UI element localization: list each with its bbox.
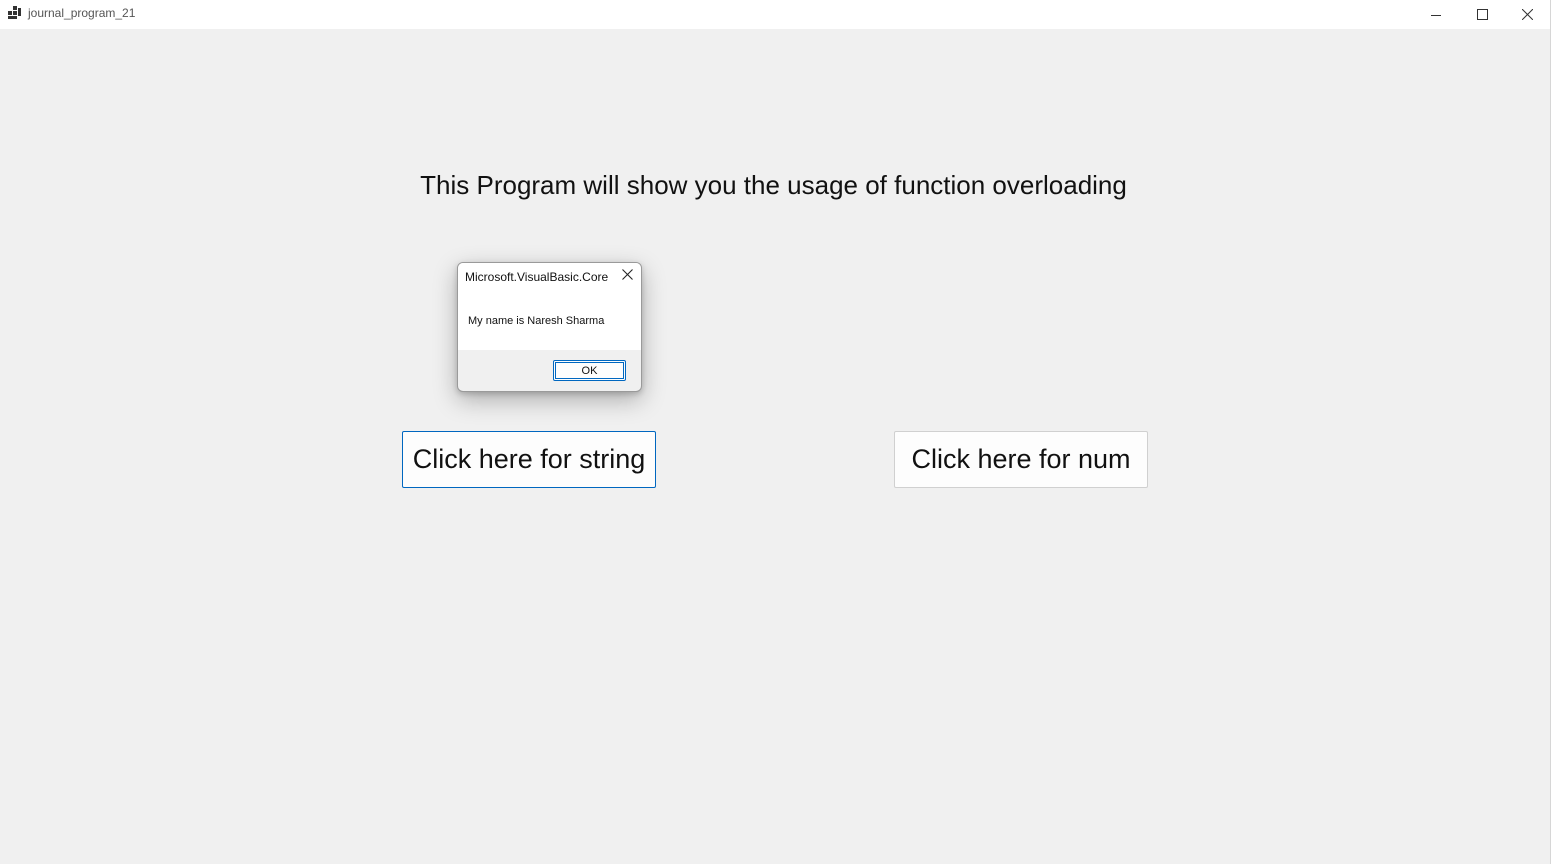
maximize-icon: [1476, 9, 1488, 20]
num-button[interactable]: Click here for num: [894, 431, 1148, 488]
ok-button[interactable]: OK: [553, 360, 626, 381]
message-dialog: Microsoft.VisualBasic.Core My name is Na…: [457, 262, 642, 392]
dialog-title: Microsoft.VisualBasic.Core: [465, 270, 609, 284]
app-window: journal_program_21 This Program will sho…: [0, 0, 1551, 864]
dialog-message: My name is Naresh Sharma: [468, 315, 605, 327]
dialog-content-area: Microsoft.VisualBasic.Core My name is Na…: [458, 263, 641, 350]
close-icon: [1521, 9, 1533, 20]
minimize-button[interactable]: [1413, 0, 1459, 29]
close-window-button[interactable]: [1504, 0, 1550, 29]
dialog-close-button[interactable]: [618, 267, 636, 285]
title-bar[interactable]: journal_program_21: [0, 0, 1550, 29]
close-icon: [621, 267, 633, 285]
app-icon: [8, 6, 21, 19]
string-button[interactable]: Click here for string: [402, 431, 656, 488]
maximize-button[interactable]: [1459, 0, 1505, 29]
program-heading: This Program will show you the usage of …: [420, 170, 1127, 200]
minimize-icon: [1431, 10, 1441, 20]
window-title: journal_program_21: [28, 6, 136, 20]
